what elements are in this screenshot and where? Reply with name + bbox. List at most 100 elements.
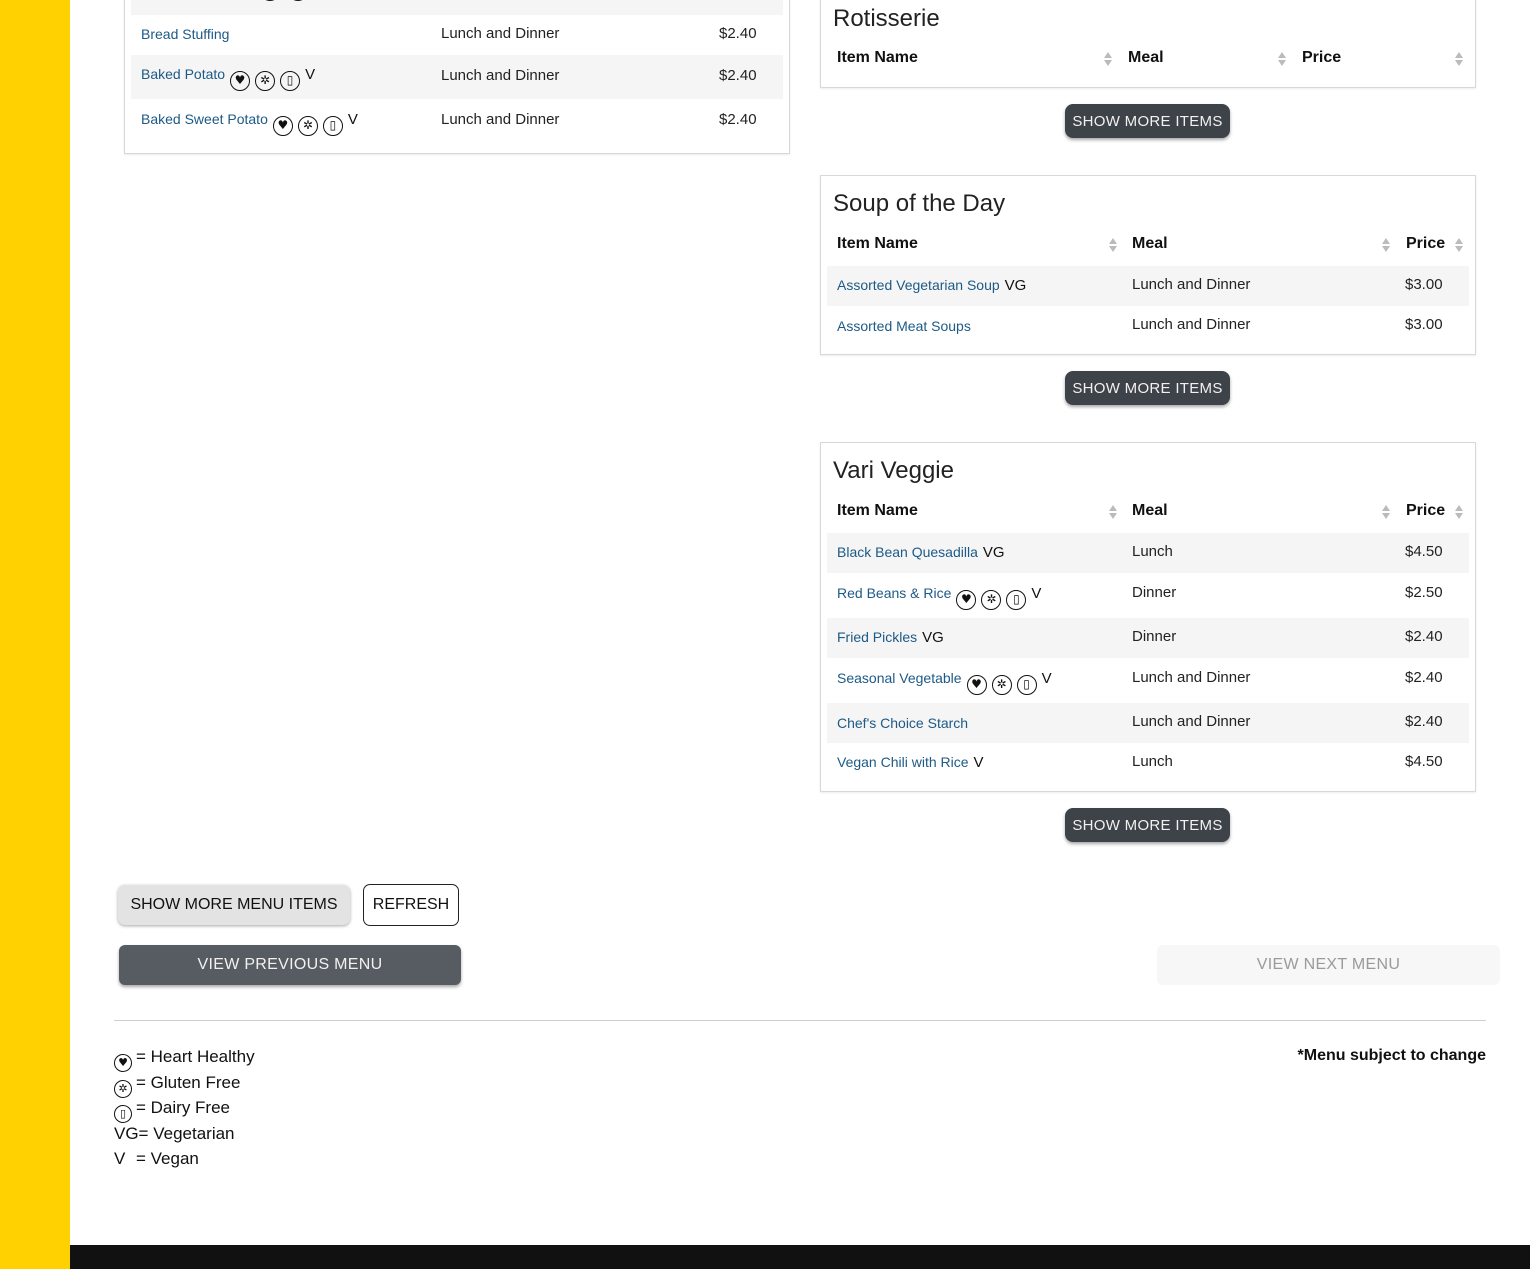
heart-healthy-icon: ♥ xyxy=(272,116,293,136)
soup-panel: Soup of the Day Item Name Meal Price Ass… xyxy=(820,175,1476,355)
diet-tag: VG xyxy=(982,544,1005,561)
diet-tag: V xyxy=(1041,670,1052,687)
sort-icon[interactable] xyxy=(1109,237,1117,253)
legend-label: = Heart Healthy xyxy=(136,1047,255,1066)
diet-tag: VG xyxy=(1004,277,1027,294)
item-link-seasonal-vegetable[interactable]: Seasonal Vegetable xyxy=(837,670,962,686)
dairy-free-icon: ▯ xyxy=(322,116,343,136)
diet-tag: VG xyxy=(922,629,944,646)
table-row: Seasonal Vegetable ♥ ✲ ▯ V Lunch and Dinner … xyxy=(827,658,1469,703)
footer-bar xyxy=(70,1245,1530,1269)
table-row: Bread Stuffing Lunch and Dinner $2.40 xyxy=(131,15,783,55)
item-name-cell: Assorted Vegetarian Soup VG xyxy=(837,277,1026,294)
item-name-cell: Fried Pickles VG xyxy=(837,629,944,646)
column-header-item-name[interactable]: Item Name xyxy=(837,502,918,520)
section-title: Rotisserie xyxy=(833,5,940,32)
column-header-price[interactable]: Price xyxy=(1406,502,1445,520)
table-row: Baked Potato ♥ ✲ ▯ V Lunch and Dinner $2.40 xyxy=(131,55,783,99)
legend-label: = Dairy Free xyxy=(136,1098,230,1117)
item-link-fried-pickles[interactable]: Fried Pickles xyxy=(837,629,917,645)
sort-icon[interactable] xyxy=(1382,237,1390,253)
sidebar-accent xyxy=(0,0,70,1269)
legend-label: = Vegan xyxy=(136,1149,199,1168)
rotisserie-show-more-button[interactable]: SHOW MORE ITEMS xyxy=(1065,104,1230,138)
item-name-cell: Red Beans & Rice ♥ ✲ ▯ V xyxy=(837,585,1041,610)
price-cell: $2.40 xyxy=(1405,669,1443,686)
item-name-cell: Vegan Chili with Rice V xyxy=(837,754,984,771)
legend-gluten-free: ✲ = Gluten Free xyxy=(114,1073,240,1098)
sort-icon[interactable] xyxy=(1382,504,1390,520)
price-cell: $3.00 xyxy=(1405,276,1443,293)
legend-mark: V xyxy=(114,1149,126,1168)
meal-cell: Lunch and Dinner xyxy=(1132,713,1251,730)
column-header-price[interactable]: Price xyxy=(1302,49,1341,67)
sort-icon[interactable] xyxy=(1109,504,1117,520)
item-link-baked-sweet-potato[interactable]: Baked Sweet Potato xyxy=(141,111,268,127)
legend-dairy-free: ▯ = Dairy Free xyxy=(114,1098,230,1123)
column-header-meal[interactable]: Meal xyxy=(1128,49,1164,67)
rotisserie-panel: Rotisserie Item Name Meal Price xyxy=(820,0,1476,88)
left-menu-panel: ♥ ✲ Bread Stuffing Lunch and Dinner $2.4… xyxy=(124,0,790,154)
item-name-cell: Seasonal Vegetable ♥ ✲ ▯ V xyxy=(837,670,1052,695)
item-link-baked-potato[interactable]: Baked Potato xyxy=(141,66,225,82)
section-title: Soup of the Day xyxy=(833,190,1006,217)
price-cell: $2.40 xyxy=(1405,628,1443,645)
heart-healthy-icon: ♥ xyxy=(966,675,987,695)
sort-icon[interactable] xyxy=(1455,504,1463,520)
vari-veggie-panel: Vari Veggie Item Name Meal Price Black B… xyxy=(820,442,1476,792)
table-row: Black Bean Quesadilla VG Lunch $4.50 xyxy=(827,533,1469,573)
column-header-price[interactable]: Price xyxy=(1406,235,1445,253)
diet-tag: V xyxy=(305,66,316,83)
column-header-meal[interactable]: Meal xyxy=(1132,235,1168,253)
item-link-assorted-meat-soups[interactable]: Assorted Meat Soups xyxy=(837,318,971,334)
view-previous-menu-button[interactable]: VIEW PREVIOUS MENU xyxy=(119,945,461,985)
table-row: Baked Sweet Potato ♥ ✲ ▯ V Lunch and Dinner … xyxy=(131,99,783,145)
divider xyxy=(114,1020,1486,1021)
item-link-chefs-choice-starch[interactable]: Chef's Choice Starch xyxy=(837,715,968,731)
dairy-free-icon: ▯ xyxy=(1006,590,1027,610)
table-row: Assorted Vegetarian Soup VG Lunch and Din… xyxy=(827,266,1469,306)
refresh-button[interactable]: REFRESH xyxy=(363,884,459,926)
diet-tag: V xyxy=(1031,585,1042,602)
sort-icon[interactable] xyxy=(1455,237,1463,253)
price-cell: $2.40 xyxy=(719,111,757,128)
sort-icon[interactable] xyxy=(1455,51,1463,67)
column-header-item-name[interactable]: Item Name xyxy=(837,49,918,67)
item-name-cell: Black Bean Quesadilla VG xyxy=(837,544,1005,561)
legend-vegetarian: VG= Vegetarian xyxy=(114,1124,235,1144)
meal-cell: Lunch and Dinner xyxy=(1132,276,1251,293)
item-link-bread-stuffing[interactable]: Bread Stuffing xyxy=(141,26,229,42)
item-link-vegan-chili-with-rice[interactable]: Vegan Chili with Rice xyxy=(837,754,969,770)
price-cell: $2.50 xyxy=(1405,584,1443,601)
gluten-free-icon: ✲ xyxy=(114,1080,132,1098)
sort-icon[interactable] xyxy=(1104,51,1112,67)
vari-veggie-show-more-button[interactable]: SHOW MORE ITEMS xyxy=(1065,808,1230,842)
meal-cell: Lunch and Dinner xyxy=(441,111,560,128)
price-cell: $4.50 xyxy=(1405,753,1443,770)
sort-icon[interactable] xyxy=(1278,51,1286,67)
show-more-menu-items-button[interactable]: SHOW MORE MENU ITEMS xyxy=(118,885,350,925)
legend-label: VG= Vegetarian xyxy=(114,1124,235,1143)
dairy-free-icon: ▯ xyxy=(1016,675,1037,695)
item-link-red-beans-rice[interactable]: Red Beans & Rice xyxy=(837,585,951,601)
item-link-black-bean-quesadilla[interactable]: Black Bean Quesadilla xyxy=(837,544,978,560)
meal-cell: Lunch and Dinner xyxy=(1132,669,1251,686)
soup-show-more-button[interactable]: SHOW MORE ITEMS xyxy=(1065,371,1230,405)
gluten-free-icon: ✲ xyxy=(991,675,1012,695)
legend-heart-healthy: ♥ = Heart Healthy xyxy=(114,1047,255,1072)
meal-cell: Lunch and Dinner xyxy=(1132,316,1251,333)
table-row: ♥ ✲ xyxy=(131,0,783,15)
heart-healthy-icon: ♥ xyxy=(260,0,280,1)
diet-tag: V xyxy=(347,111,358,128)
meal-cell: Dinner xyxy=(1132,584,1177,601)
item-name-cell: Baked Sweet Potato ♥ ✲ ▯ V xyxy=(141,111,358,136)
item-link-assorted-vegetarian-soup[interactable]: Assorted Vegetarian Soup xyxy=(837,277,1000,293)
meal-cell: Lunch xyxy=(1132,753,1173,770)
view-next-menu-button[interactable]: VIEW NEXT MENU xyxy=(1157,945,1500,985)
column-header-meal[interactable]: Meal xyxy=(1132,502,1168,520)
table-row: Assorted Meat Soups Lunch and Dinner $3.… xyxy=(827,306,1469,346)
column-header-item-name[interactable]: Item Name xyxy=(837,235,918,253)
meal-cell: Dinner xyxy=(1132,628,1177,645)
price-cell: $3.00 xyxy=(1405,316,1443,333)
gluten-free-icon: ✲ xyxy=(981,590,1002,610)
